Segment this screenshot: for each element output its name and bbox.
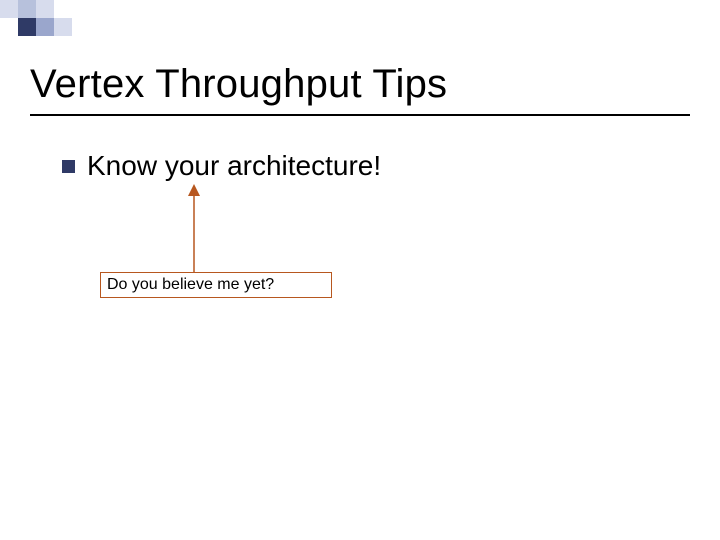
- slide-title: Vertex Throughput Tips: [30, 62, 447, 107]
- square-bullet-icon: [62, 160, 75, 173]
- bullet-item: Know your architecture!: [62, 150, 381, 182]
- slide-corner-decoration: [0, 0, 720, 60]
- title-underline: [30, 114, 690, 116]
- callout-text: Do you believe me yet?: [107, 276, 274, 294]
- bullet-text: Know your architecture!: [87, 150, 381, 182]
- callout-box: Do you believe me yet?: [100, 272, 332, 298]
